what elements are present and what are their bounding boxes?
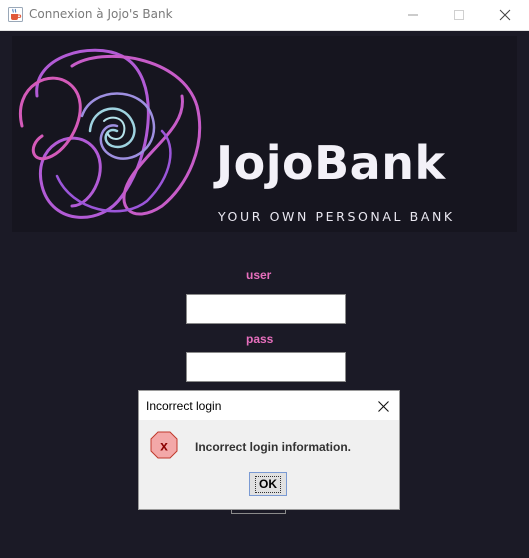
logo-swirl-violet [55, 129, 172, 213]
minimize-icon [408, 14, 418, 16]
dialog-message: Incorrect login information. [195, 440, 352, 454]
login-window: Connexion à Jojo's Bank JojoBank YOUR OW… [0, 0, 529, 558]
dialog-title: Incorrect login [146, 399, 222, 413]
dialog-close-button[interactable] [373, 396, 393, 416]
pass-label: pass [246, 332, 274, 346]
close-icon [499, 9, 511, 21]
window-title: Connexion à Jojo's Bank [29, 7, 173, 21]
user-label: user [246, 268, 272, 282]
close-icon [377, 400, 389, 412]
brand-subtitle: YOUR OWN PERSONAL BANK [218, 209, 455, 224]
logo-swirl-outer [35, 48, 150, 219]
pass-input[interactable] [186, 352, 346, 382]
jojobank-logo [18, 48, 202, 219]
error-icon-glyph: x [160, 438, 168, 454]
dialog-title-bar: Incorrect login [139, 391, 399, 420]
user-input[interactable] [186, 294, 346, 324]
brand-title: JojoBank [216, 136, 446, 190]
close-button[interactable] [482, 0, 528, 30]
jojobank-banner: JojoBank YOUR OWN PERSONAL BANK [12, 36, 517, 232]
title-bar: Connexion à Jojo's Bank [0, 0, 529, 31]
maximize-button[interactable] [436, 0, 482, 30]
maximize-icon [454, 10, 464, 20]
ok-button-label: OK [255, 475, 281, 493]
ok-button[interactable]: OK [249, 472, 287, 496]
java-cup-icon [8, 7, 23, 22]
logo-swirl-cyan [88, 107, 136, 149]
minimize-button[interactable] [390, 0, 436, 30]
logo-swirl-mid [70, 54, 202, 216]
error-dialog: Incorrect login x Incorrect login inform… [138, 390, 400, 510]
error-icon: x [150, 431, 178, 459]
